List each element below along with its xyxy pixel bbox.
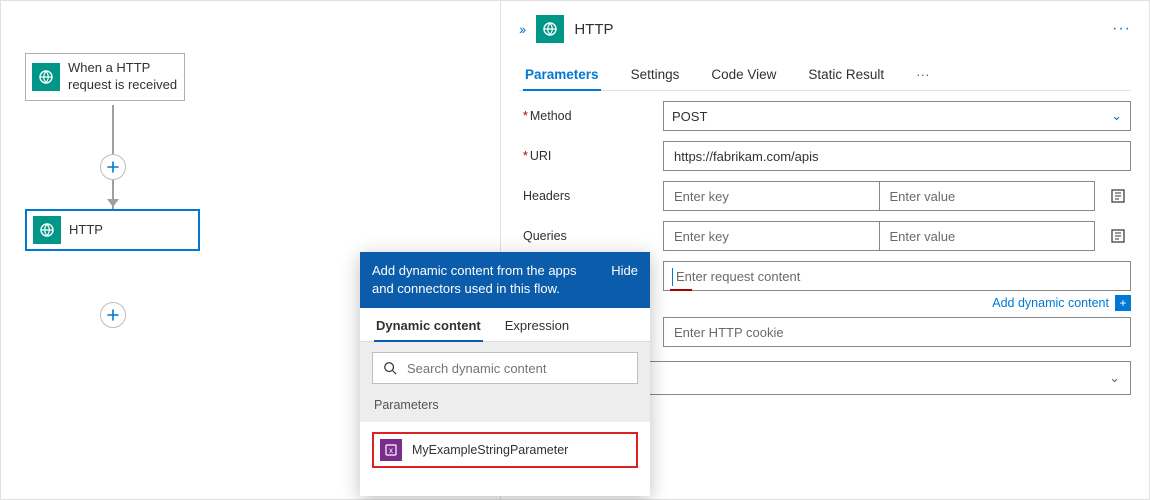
dynamic-content-popover: Add dynamic content from the apps and co… bbox=[360, 252, 650, 496]
queries-value-wrap bbox=[880, 221, 1096, 251]
headers-text-mode-icon[interactable] bbox=[1105, 181, 1131, 211]
panel-title: HTTP bbox=[574, 21, 613, 38]
method-value: POST bbox=[672, 109, 707, 124]
row-queries: Queries bbox=[523, 221, 1131, 251]
label-queries: Queries bbox=[523, 229, 663, 243]
popover-tab-expression[interactable]: Expression bbox=[503, 308, 571, 341]
trigger-node-label: When a HTTP request is received bbox=[68, 60, 184, 94]
panel-header: ›› HTTP ··· bbox=[519, 11, 1131, 47]
uri-input[interactable] bbox=[672, 142, 1122, 170]
popover-banner-text: Add dynamic content from the apps and co… bbox=[372, 262, 601, 298]
popover-search-input[interactable] bbox=[405, 360, 627, 377]
popover-hide-link[interactable]: Hide bbox=[611, 262, 638, 298]
popover-search-wrap bbox=[360, 342, 650, 394]
trigger-node[interactable]: When a HTTP request is received bbox=[25, 53, 185, 101]
cookie-input[interactable] bbox=[672, 318, 1122, 346]
tab-settings[interactable]: Settings bbox=[629, 59, 682, 90]
label-method: *Method bbox=[523, 109, 663, 123]
headers-value-wrap bbox=[880, 181, 1096, 211]
body-input-wrap bbox=[663, 261, 1131, 291]
action-node-label: HTTP bbox=[69, 222, 103, 239]
plus-icon: + bbox=[1115, 295, 1131, 311]
http-icon bbox=[536, 15, 564, 43]
tab-code-view[interactable]: Code View bbox=[709, 59, 778, 90]
popover-section-title: Parameters bbox=[360, 394, 650, 422]
svg-text:x: x bbox=[389, 446, 393, 455]
popover-item-parameter[interactable]: x MyExampleStringParameter bbox=[372, 432, 638, 468]
collapse-panel-icon[interactable]: ›› bbox=[519, 21, 524, 37]
popover-tab-dynamic[interactable]: Dynamic content bbox=[374, 308, 483, 341]
label-uri: *URI bbox=[523, 149, 663, 163]
uri-input-wrap bbox=[663, 141, 1131, 171]
row-method: *Method POST ⌄ bbox=[523, 101, 1131, 131]
panel-tabs: Parameters Settings Code View Static Res… bbox=[519, 59, 1131, 91]
queries-text-mode-icon[interactable] bbox=[1105, 221, 1131, 251]
popover-search bbox=[372, 352, 638, 384]
body-input[interactable] bbox=[672, 262, 1122, 290]
headers-kv bbox=[663, 181, 1095, 211]
add-step-button[interactable] bbox=[100, 154, 126, 180]
connector-arrowhead bbox=[107, 199, 119, 207]
text-cursor bbox=[672, 268, 673, 286]
tab-static-result[interactable]: Static Result bbox=[806, 59, 886, 90]
headers-value-input[interactable] bbox=[888, 188, 1087, 205]
validation-underline bbox=[670, 289, 692, 291]
row-uri: *URI bbox=[523, 141, 1131, 171]
app-root: When a HTTP request is received HTTP ›› bbox=[0, 0, 1150, 500]
http-icon bbox=[33, 216, 61, 244]
http-request-icon bbox=[32, 63, 60, 91]
chevron-down-icon: ⌄ bbox=[1109, 370, 1120, 386]
method-select[interactable]: POST ⌄ bbox=[663, 101, 1131, 131]
queries-key-input[interactable] bbox=[672, 228, 871, 245]
panel-menu-icon[interactable]: ··· bbox=[1112, 20, 1131, 38]
row-headers: Headers bbox=[523, 181, 1131, 211]
headers-key-wrap bbox=[663, 181, 880, 211]
action-node-selected[interactable]: HTTP bbox=[25, 209, 200, 251]
add-dynamic-content-label: Add dynamic content bbox=[992, 296, 1109, 310]
headers-key-input[interactable] bbox=[672, 188, 871, 205]
cookie-input-wrap bbox=[663, 317, 1131, 347]
popover-banner: Add dynamic content from the apps and co… bbox=[360, 252, 650, 308]
queries-kv bbox=[663, 221, 1095, 251]
queries-value-input[interactable] bbox=[888, 228, 1087, 245]
label-headers: Headers bbox=[523, 189, 663, 203]
chevron-down-icon: ⌄ bbox=[1111, 108, 1122, 124]
tab-overflow[interactable]: ··· bbox=[914, 59, 932, 90]
popover-item-label: MyExampleStringParameter bbox=[412, 443, 568, 457]
parameter-icon: x bbox=[380, 439, 402, 461]
queries-key-wrap bbox=[663, 221, 880, 251]
popover-tabs: Dynamic content Expression bbox=[360, 308, 650, 342]
search-icon bbox=[383, 361, 397, 375]
tab-parameters[interactable]: Parameters bbox=[523, 59, 601, 90]
add-step-button-2[interactable] bbox=[100, 302, 126, 328]
